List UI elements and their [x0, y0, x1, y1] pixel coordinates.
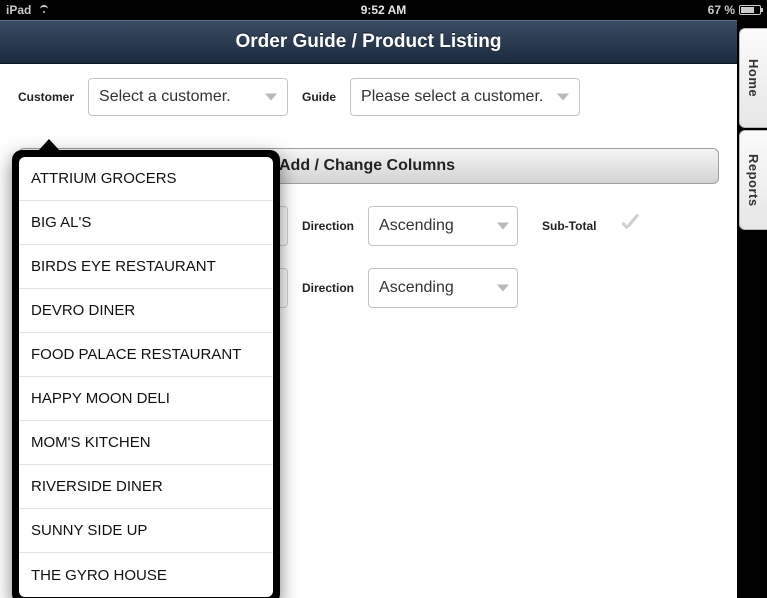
customer-popover: ATTRIUM GROCERS BIG AL'S BIRDS EYE RESTA…	[12, 150, 280, 598]
tab-reports-label: Reports	[746, 154, 761, 207]
guide-select[interactable]: Please select a customer.	[350, 78, 580, 116]
customer-popover-list: ATTRIUM GROCERS BIG AL'S BIRDS EYE RESTA…	[19, 157, 273, 597]
status-bar: iPad 9:52 AM 67 %	[0, 0, 767, 20]
tab-home-label: Home	[746, 59, 761, 97]
subtotal-check-icon[interactable]	[618, 214, 642, 238]
filter-row: Customer Select a customer. Guide Please…	[0, 64, 737, 134]
direction-label-2: Direction	[302, 281, 354, 295]
direction-select-2[interactable]: Ascending	[368, 268, 518, 308]
customer-option[interactable]: DEVRO DINER	[19, 289, 273, 333]
chevron-down-icon	[265, 94, 277, 101]
battery-icon	[739, 5, 761, 15]
subtotal-label: Sub-Total	[542, 219, 596, 233]
right-tab-column: Home Reports	[737, 20, 767, 598]
customer-option[interactable]: RIVERSIDE DINER	[19, 465, 273, 509]
customer-option[interactable]: MOM'S KITCHEN	[19, 421, 273, 465]
direction-select-1-value: Ascending	[379, 217, 454, 235]
chevron-down-icon	[497, 285, 509, 292]
chevron-down-icon	[497, 223, 509, 230]
page-header: Order Guide / Product Listing	[0, 20, 737, 64]
customer-option[interactable]: THE GYRO HOUSE	[19, 553, 273, 597]
direction-select-1[interactable]: Ascending	[368, 206, 518, 246]
customer-label: Customer	[18, 90, 74, 104]
guide-label: Guide	[302, 90, 336, 104]
tab-home[interactable]: Home	[739, 28, 767, 128]
customer-option[interactable]: SUNNY SIDE UP	[19, 509, 273, 553]
customer-option[interactable]: FOOD PALACE RESTAURANT	[19, 333, 273, 377]
chevron-down-icon	[557, 94, 569, 101]
guide-select-value: Please select a customer.	[361, 88, 543, 106]
customer-option[interactable]: BIG AL'S	[19, 201, 273, 245]
app-body: Order Guide / Product Listing Customer S…	[0, 20, 737, 598]
customer-option[interactable]: BIRDS EYE RESTAURANT	[19, 245, 273, 289]
direction-select-2-value: Ascending	[379, 279, 454, 297]
add-change-columns-label: Add / Change Columns	[279, 157, 455, 175]
customer-option[interactable]: HAPPY MOON DELI	[19, 377, 273, 421]
page-title: Order Guide / Product Listing	[235, 31, 501, 53]
popover-arrow-icon	[38, 139, 60, 151]
tab-reports[interactable]: Reports	[739, 130, 767, 230]
customer-select[interactable]: Select a customer.	[88, 78, 288, 116]
customer-option[interactable]: ATTRIUM GROCERS	[19, 157, 273, 201]
customer-select-value: Select a customer.	[99, 88, 231, 106]
direction-label-1: Direction	[302, 219, 354, 233]
clock: 9:52 AM	[0, 3, 767, 17]
